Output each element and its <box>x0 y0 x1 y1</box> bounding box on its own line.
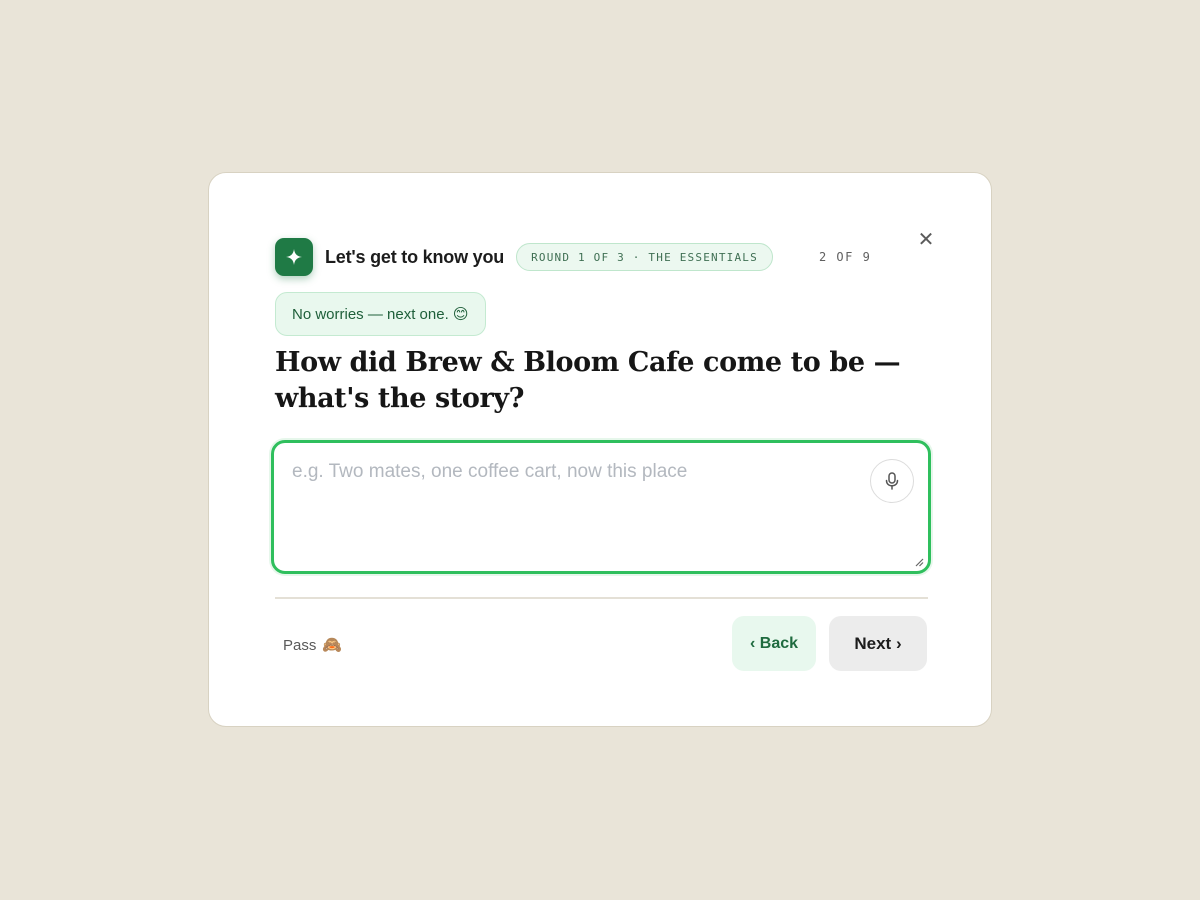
answer-field-container <box>271 440 931 574</box>
pass-button[interactable]: Pass 🙈 <box>275 630 350 660</box>
feedback-toast: No worries — next one. 😊 <box>275 292 486 336</box>
onboarding-card: ✕ Let's get to know you ROUND 1 OF 3 · T… <box>208 172 992 727</box>
close-icon[interactable]: ✕ <box>915 229 937 251</box>
next-button[interactable]: Next › <box>829 616 927 671</box>
question-counter: 2 OF 9 <box>818 250 872 264</box>
page-title: Let's get to know you <box>325 246 505 267</box>
back-button[interactable]: ‹ Back <box>732 616 816 671</box>
microphone-button[interactable] <box>870 459 914 503</box>
answer-input[interactable] <box>274 443 928 571</box>
sparkle-icon <box>275 238 313 276</box>
pass-label: Pass <box>283 636 317 654</box>
footer-divider <box>275 597 928 599</box>
microphone-icon <box>885 472 899 490</box>
resize-grip-icon[interactable] <box>914 557 924 567</box>
card-header: Let's get to know you ROUND 1 OF 3 · THE… <box>275 238 895 276</box>
question-heading: How did Brew & Bloom Cafe come to be — w… <box>275 347 901 414</box>
round-badge: ROUND 1 OF 3 · THE ESSENTIALS <box>516 243 773 271</box>
smile-emoji-icon: 😊 <box>452 306 469 323</box>
see-no-evil-monkey-icon: 🙈 <box>322 637 343 654</box>
toast-text: No worries — next one. <box>292 305 449 323</box>
